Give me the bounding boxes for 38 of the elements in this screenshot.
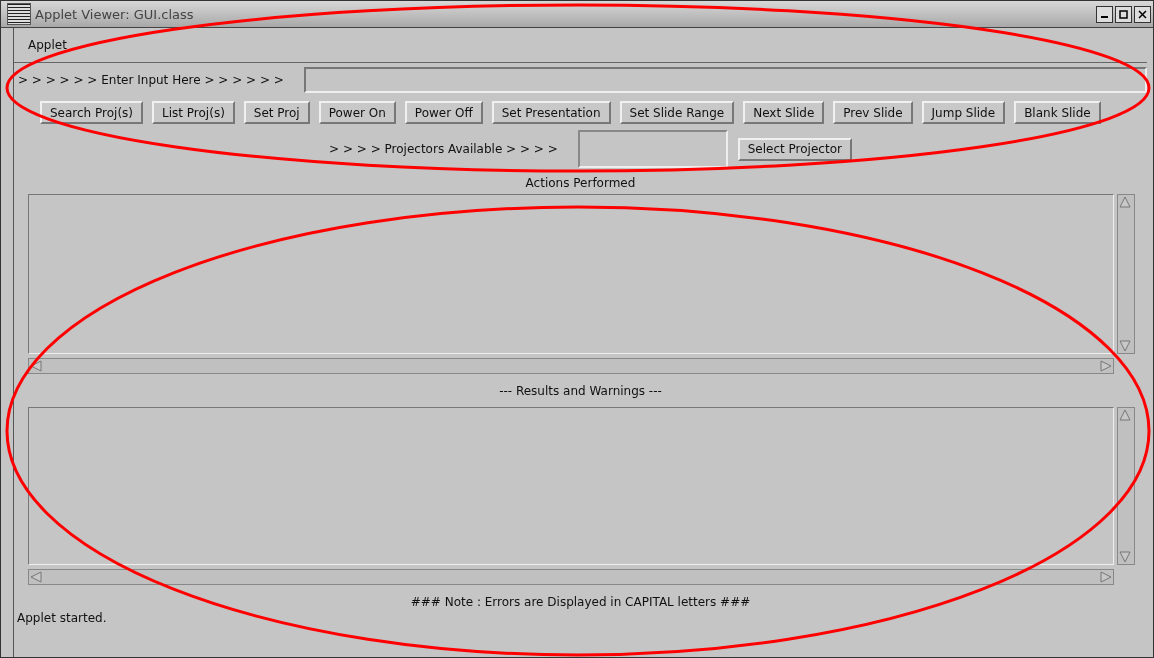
command-button[interactable]: Power Off [404,101,483,124]
maximize-icon[interactable] [1115,5,1132,23]
command-button[interactable]: Set Presentation [491,101,611,124]
results-label: --- Results and Warnings --- [499,384,662,398]
horizontal-scrollbar[interactable] [28,569,1114,585]
scroll-right-icon[interactable] [1099,570,1113,584]
input-field[interactable] [303,67,1147,93]
command-button[interactable]: Set Slide Range [619,101,735,124]
window-menu-icon[interactable] [7,3,31,25]
text-area[interactable] [28,194,1114,354]
actions-label: Actions Performed [525,176,636,190]
command-button[interactable]: List Proj(s) [152,101,235,124]
horizontal-scrollbar[interactable] [28,358,1114,374]
menu-item[interactable]: Applet [28,38,67,52]
vertical-scrollbar[interactable] [1117,407,1135,565]
command-button[interactable]: Set Proj [243,101,310,124]
vertical-scrollbar[interactable] [1117,194,1135,354]
command-button[interactable]: Power On [318,101,396,124]
command-button[interactable]: Blank Slide [1014,101,1101,124]
command-button[interactable]: Prev Slide [833,101,913,124]
window-title: Applet Viewer: GUI.class [35,6,195,22]
status-text: Applet started. [17,611,107,625]
scroll-up-icon[interactable] [1118,408,1132,422]
projectors-label: > > > > Projectors Available > > > > [329,142,558,156]
note-text: ### Note : Errors are Displayed in CAPITAL letters ### [410,595,751,609]
projector-list[interactable] [577,130,728,168]
command-button[interactable]: Next Slide [743,101,825,124]
command-button[interactable]: Search Proj(s) [40,101,144,124]
input-label: > > > > > > Enter Input Here > > > > > > [18,73,284,87]
minimize-icon[interactable] [1096,5,1113,23]
scroll-left-icon[interactable] [29,570,43,584]
scroll-down-icon[interactable] [1118,550,1132,564]
scroll-right-icon[interactable] [1099,359,1113,373]
scroll-up-icon[interactable] [1118,195,1132,209]
command-button[interactable]: Jump Slide [921,101,1006,124]
select-projector-button[interactable]: Select Projector [737,137,852,161]
close-icon[interactable] [1134,5,1151,23]
scroll-down-icon[interactable] [1118,339,1132,353]
